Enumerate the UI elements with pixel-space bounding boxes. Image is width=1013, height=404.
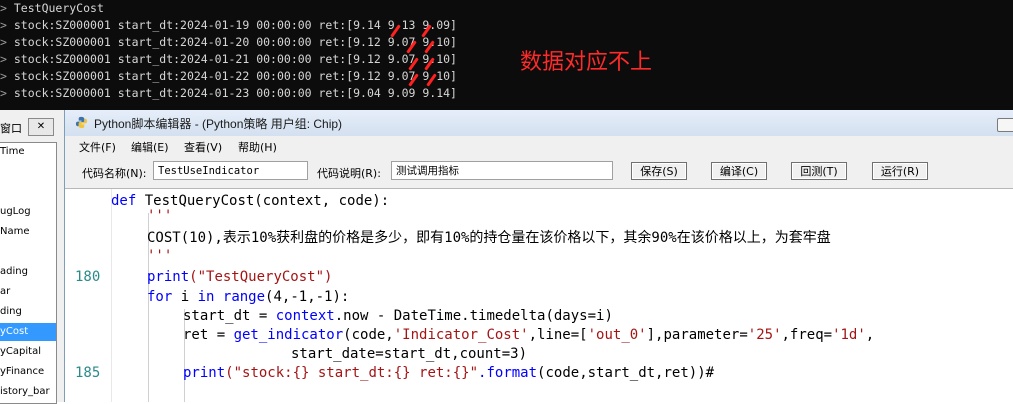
console-line: > stock:SZ000001 start_dt:2024-01-22 00:… bbox=[0, 69, 457, 83]
console-line: > stock:SZ000001 start_dt:2024-01-19 00:… bbox=[0, 18, 457, 32]
list-item[interactable]: Name bbox=[0, 223, 56, 241]
code-line: ret = get_indicator(code,'Indicator_Cost… bbox=[183, 327, 875, 343]
menu-help[interactable]: 帮助(H) bbox=[238, 139, 277, 155]
list-item[interactable]: Time bbox=[0, 143, 56, 161]
close-icon[interactable]: ✕ bbox=[28, 118, 54, 136]
fold-margin bbox=[111, 189, 112, 402]
menu-file[interactable]: 文件(F) bbox=[79, 139, 116, 155]
code-line: for i in range(4,-1,-1): bbox=[147, 289, 350, 305]
list-item[interactable]: yFinance bbox=[0, 363, 56, 381]
menu-view[interactable]: 查看(V) bbox=[184, 139, 222, 155]
toolbar: 代码名称(N): TestUseIndicator 代码说明(R): 测试调用指… bbox=[65, 156, 1013, 189]
menu-bar: 文件(F) 编辑(E) 查看(V) 帮助(H) bbox=[65, 136, 1013, 156]
minimize-button[interactable] bbox=[997, 118, 1013, 132]
code-desc-label: 代码说明(R): bbox=[317, 167, 381, 180]
left-panel-title: 窗口 bbox=[0, 122, 22, 135]
annotation-text: 数据对应不上 bbox=[520, 50, 653, 75]
line-number: 180 bbox=[75, 269, 101, 285]
list-item[interactable] bbox=[0, 163, 56, 181]
line-number: 185 bbox=[75, 365, 101, 381]
run-button[interactable]: 运行(R) bbox=[872, 162, 928, 180]
console-line: > stock:SZ000001 start_dt:2024-01-20 00:… bbox=[0, 35, 457, 49]
code-editor[interactable]: 180 185 def TestQueryCost(context, code)… bbox=[65, 189, 1013, 402]
title-bar: Python脚本编辑器 - (Python策略 用户组: Chip) bbox=[65, 110, 1013, 136]
menu-edit[interactable]: 编辑(E) bbox=[131, 139, 169, 155]
code-line: ''' bbox=[147, 248, 173, 264]
left-panel: 窗口 ✕ Time ugLog Name ading ar ding yCost… bbox=[0, 110, 65, 404]
line-number-gutter: 180 185 bbox=[65, 189, 111, 402]
backtest-button[interactable]: 回测(T) bbox=[791, 162, 847, 180]
list-item[interactable]: ding bbox=[0, 303, 56, 321]
console-line: > stock:SZ000001 start_dt:2024-01-21 00:… bbox=[0, 52, 457, 66]
python-editor-window: Python脚本编辑器 - (Python策略 用户组: Chip) 文件(F)… bbox=[64, 110, 1013, 402]
list-item[interactable]: yCapital bbox=[0, 343, 56, 361]
code-name-field[interactable]: TestUseIndicator bbox=[153, 161, 308, 180]
list-item[interactable]: ading bbox=[0, 263, 56, 281]
list-item[interactable] bbox=[0, 243, 56, 261]
list-item-selected[interactable]: yCost bbox=[0, 323, 56, 341]
code-line: print("stock:{} start_dt:{} ret:{}".form… bbox=[183, 365, 715, 381]
left-panel-header: 窗口 ✕ bbox=[0, 118, 64, 136]
strategy-list: Time ugLog Name ading ar ding yCost yCap… bbox=[0, 142, 57, 404]
output-console: > TestQueryCost > stock:SZ000001 start_d… bbox=[0, 0, 1013, 110]
save-button[interactable]: 保存(S) bbox=[631, 162, 687, 180]
code-name-label: 代码名称(N): bbox=[82, 167, 147, 180]
console-line: > stock:SZ000001 start_dt:2024-01-23 00:… bbox=[0, 86, 457, 100]
code-line: start_date=start_dt,count=3) bbox=[291, 346, 528, 362]
list-item[interactable]: ugLog bbox=[0, 203, 56, 221]
list-item[interactable]: istory_bar bbox=[0, 383, 56, 401]
code-line: COST(10),表示10%获利盘的价格是多少，即有10%的持仓量在该价格以下，… bbox=[147, 230, 831, 246]
code-line: start_dt = context.now - DateTime.timede… bbox=[183, 308, 613, 324]
window-title: Python脚本编辑器 - (Python策略 用户组: Chip) bbox=[94, 117, 343, 131]
console-line: > TestQueryCost bbox=[0, 1, 104, 15]
code-line: ''' bbox=[147, 208, 173, 224]
code-line: print("TestQueryCost") bbox=[147, 269, 333, 285]
list-item[interactable]: ar bbox=[0, 283, 56, 301]
python-icon bbox=[75, 116, 88, 129]
list-item[interactable] bbox=[0, 183, 56, 201]
compile-button[interactable]: 编译(C) bbox=[711, 162, 767, 180]
code-desc-field[interactable]: 测试调用指标 bbox=[391, 161, 613, 180]
